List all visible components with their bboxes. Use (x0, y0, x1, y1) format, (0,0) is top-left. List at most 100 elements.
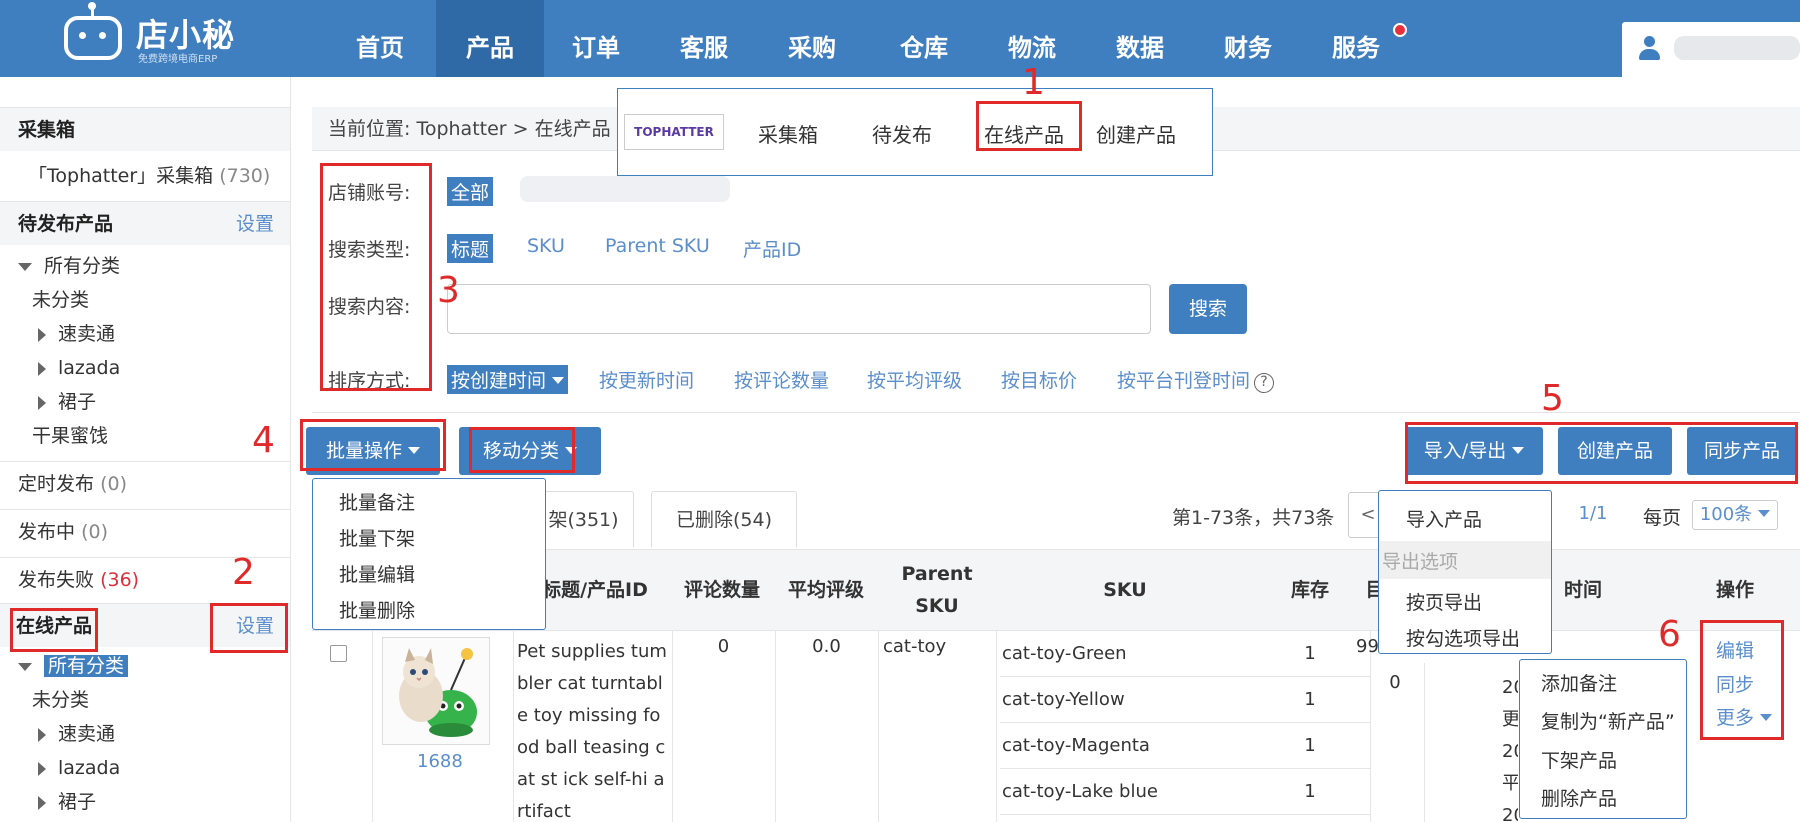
sidebar-item-online-uncategorized[interactable]: 未分类 (32, 683, 89, 717)
pending-settings-link[interactable]: 设置 (236, 202, 274, 246)
menu-item-delete[interactable]: 删除产品 (1541, 784, 1617, 811)
annotation-number-4: 4 (252, 420, 275, 461)
col-divider (878, 631, 879, 822)
search-type-product-id[interactable]: 产品ID (743, 235, 801, 262)
reviews-count: 0 (717, 636, 730, 657)
pager-page: 1/1 (1553, 492, 1633, 538)
sidebar-item-online-aliexpress[interactable]: 速卖通 (38, 717, 115, 751)
search-input[interactable] (447, 284, 1151, 334)
product-image[interactable] (382, 637, 490, 745)
annotation-box-3 (320, 163, 432, 391)
sidebar-item-online-skirts[interactable]: 裙子 (38, 785, 96, 819)
menu-item-batch-edit[interactable]: 批量编辑 (339, 560, 415, 587)
time-partial: 20 (1502, 677, 1518, 698)
row-checkbox[interactable] (330, 645, 347, 662)
logo[interactable]: 店小秘 免费跨境电商ERP (58, 2, 248, 70)
annotation-box-4b (469, 427, 575, 473)
annotation-number-6: 6 (1658, 614, 1681, 655)
time-partial: 平 (1502, 773, 1518, 794)
sidebar-item-online-all[interactable]: 所有分类 (18, 649, 129, 683)
caret-right-icon (38, 395, 46, 410)
col-divider (1424, 663, 1425, 822)
product-title: Pet supplies tum bler cat turntable toy … (517, 636, 669, 822)
caret-right-icon (38, 761, 46, 776)
popup-nav-create[interactable]: 创建产品 (1096, 119, 1176, 148)
stock-cell: 1 (1250, 723, 1370, 769)
filter-panel: 店铺账号: 全部 搜索类型: 标题 SKU Parent SKU 产品ID 搜索… (312, 151, 1800, 413)
col-header-parent-sku: Parent SKU (901, 563, 973, 617)
popup-nav-pending[interactable]: 待发布 (872, 119, 932, 148)
menu-item-export-page[interactable]: 按页导出 (1406, 588, 1482, 615)
nav-item-home[interactable]: 首页 (332, 0, 428, 77)
caret-right-icon (38, 327, 46, 342)
app-root: 店小秘 免费跨境电商ERP 首页 产品 订单 客服 采购 仓库 物流 数据 财务… (0, 0, 1800, 822)
nav-item-data[interactable]: 数据 (1092, 0, 1188, 77)
nav-item-services[interactable]: 服务 (1308, 0, 1404, 77)
search-type-title[interactable]: 标题 (447, 234, 494, 263)
menu-item-batch-note[interactable]: 批量备注 (339, 488, 415, 515)
shop-account-blurred (520, 176, 730, 202)
menu-item-batch-delete[interactable]: 批量删除 (339, 596, 415, 623)
col-divider (513, 631, 514, 822)
search-type-parent-sku[interactable]: Parent SKU (605, 235, 710, 257)
tab-offline[interactable]: 架(351) (534, 491, 634, 547)
popup-nav-collect[interactable]: 采集箱 (758, 119, 818, 148)
platform-nav-popup: TOPHATTER 采集箱 待发布 在线产品 创建产品 (617, 88, 1213, 176)
caret-right-icon (38, 361, 46, 376)
nav-item-products[interactable]: 产品 (436, 0, 544, 77)
menu-item-import-product[interactable]: 导入产品 (1406, 505, 1482, 532)
sidebar-item-count: (36) (100, 569, 140, 591)
annotation-box-2b (210, 603, 288, 653)
search-type-sku[interactable]: SKU (527, 235, 565, 257)
sidebar-item-publishing[interactable]: 发布中 (0) (0, 509, 290, 553)
user-menu[interactable] (1622, 22, 1800, 77)
sidebar-item-label: 定时发布 (18, 473, 95, 495)
col-divider (996, 631, 997, 822)
sort-by-created[interactable]: 按创建时间 (447, 365, 569, 394)
image-source-link[interactable]: 1688 (417, 751, 463, 772)
caret-down-icon (552, 377, 565, 384)
robot-face-icon (64, 16, 122, 60)
menu-item-offline[interactable]: 下架产品 (1541, 746, 1617, 773)
caret-right-icon (38, 795, 46, 810)
shop-all-option[interactable]: 全部 (447, 177, 494, 206)
sort-by-rating[interactable]: 按平均评级 (867, 366, 962, 393)
search-button[interactable]: 搜索 (1169, 284, 1247, 334)
menu-item-copy-new[interactable]: 复制为“新产品” (1541, 707, 1675, 734)
tab-deleted[interactable]: 已删除(54) (651, 491, 797, 547)
target-price-value: 99 (1356, 636, 1379, 657)
sidebar-item-all-categories[interactable]: 所有分类 (18, 249, 120, 283)
sidebar-item-count: (0) (81, 521, 108, 543)
sort-by-target-price[interactable]: 按目标价 (1001, 366, 1077, 393)
sidebar-item-uncategorized[interactable]: 未分类 (32, 283, 89, 317)
help-icon[interactable]: ? (1254, 373, 1275, 393)
parent-sku-value: cat-toy (883, 636, 947, 657)
nav-item-warehouse[interactable]: 仓库 (876, 0, 972, 77)
sku-cell: cat-toy-Magenta (1000, 723, 1250, 769)
nav-item-orders[interactable]: 订单 (548, 0, 644, 77)
sidebar-item-dried-fruit[interactable]: 干果蜜饯 (32, 419, 108, 453)
per-page-select[interactable]: 100条 (1692, 500, 1778, 530)
sort-by-updated[interactable]: 按更新时间 (599, 366, 694, 393)
nav-item-finance[interactable]: 财务 (1200, 0, 1296, 77)
sidebar-item-scheduled[interactable]: 定时发布 (0) (0, 461, 290, 505)
annotation-number-5: 5 (1541, 378, 1564, 419)
nav-item-purchase[interactable]: 采购 (764, 0, 860, 77)
sidebar-item-lazada[interactable]: lazada (38, 351, 120, 385)
sidebar-item-skirts[interactable]: 裙子 (38, 385, 96, 419)
sidebar-item-aliexpress[interactable]: 速卖通 (38, 317, 115, 351)
select-value: 100条 (1699, 504, 1753, 525)
caret-down-icon (1758, 510, 1771, 517)
col-header-actions: 操作 (1715, 579, 1754, 601)
sort-by-reviews[interactable]: 按评论数量 (734, 366, 829, 393)
nav-item-service[interactable]: 客服 (656, 0, 752, 77)
sidebar-item-online-lazada[interactable]: lazada (38, 751, 120, 785)
menu-item-batch-offline[interactable]: 批量下架 (339, 524, 415, 551)
caret-down-icon (18, 262, 32, 271)
sidebar-item-tophatter-collect[interactable]: 「Tophatter」采集箱 (730) (28, 159, 270, 193)
top-navbar: 店小秘 免费跨境电商ERP 首页 产品 订单 客服 采购 仓库 物流 数据 财务… (0, 0, 1800, 77)
menu-item-export-checked[interactable]: 按勾选项导出 (1406, 624, 1520, 651)
menu-item-add-note[interactable]: 添加备注 (1541, 669, 1617, 696)
product-title-text: Pet supplies tum bler cat turntable toy … (517, 641, 667, 822)
sort-by-listing-time[interactable]: 按平台刊登时间? (1117, 366, 1275, 393)
